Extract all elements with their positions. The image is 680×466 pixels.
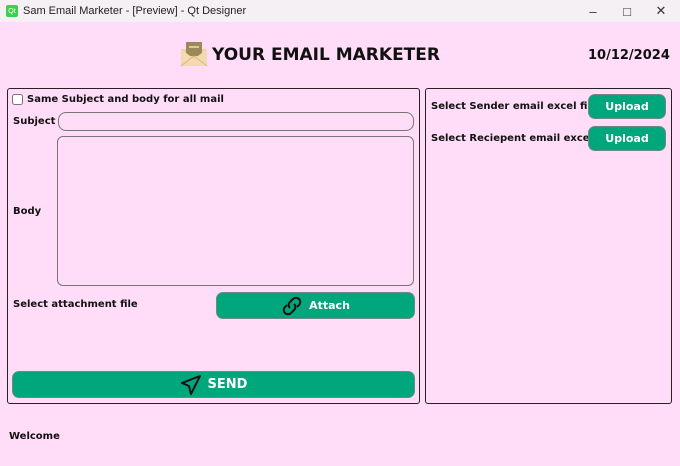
close-button[interactable]: ✕ xyxy=(644,0,678,22)
subject-label: Subject xyxy=(13,116,56,127)
same-content-label: Same Subject and body for all mail xyxy=(27,94,224,105)
upload-recipient-button[interactable]: Upload xyxy=(588,126,666,151)
attach-button[interactable]: Attach xyxy=(216,292,415,319)
maximize-button[interactable]: □ xyxy=(610,0,644,22)
send-button[interactable]: SEND xyxy=(12,371,415,398)
status-label: Welcome xyxy=(9,431,60,442)
minimize-button[interactable]: – xyxy=(576,0,610,22)
upload-sender-button[interactable]: Upload xyxy=(588,94,666,119)
recipient-file-label: Select Reciepent email excel file xyxy=(431,133,615,144)
date-label: 10/12/2024 xyxy=(588,48,670,63)
subject-input[interactable] xyxy=(58,112,414,131)
attachment-label: Select attachment file xyxy=(13,299,138,310)
body-textarea[interactable] xyxy=(57,136,414,286)
send-button-label: SEND xyxy=(207,377,248,392)
attach-button-label: Attach xyxy=(309,299,350,312)
same-content-checkbox-row[interactable]: Same Subject and body for all mail xyxy=(12,94,224,105)
envelope-icon xyxy=(180,42,208,67)
window-title: Sam Email Marketer - [Preview] - Qt Desi… xyxy=(23,5,247,17)
send-icon xyxy=(180,374,201,395)
link-icon xyxy=(282,296,302,315)
same-content-checkbox[interactable] xyxy=(12,94,23,105)
sender-file-label: Select Sender email excel file xyxy=(431,101,598,112)
qt-app-icon: Qt xyxy=(6,5,18,17)
window-titlebar: Qt Sam Email Marketer - [Preview] - Qt D… xyxy=(0,0,680,22)
app-heading: YOUR EMAIL MARKETER xyxy=(212,45,440,65)
body-label: Body xyxy=(13,206,42,217)
